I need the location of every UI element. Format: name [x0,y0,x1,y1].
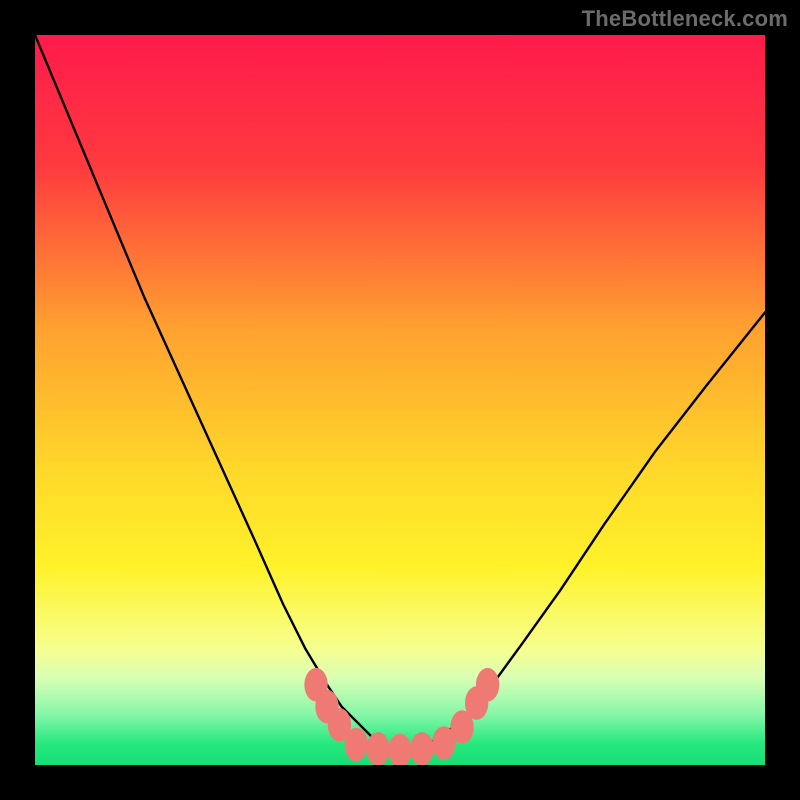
plot-area [35,35,765,765]
watermark-text: TheBottleneck.com [582,6,788,32]
gradient-background [35,35,765,765]
data-point [476,668,499,702]
data-point [366,732,389,765]
chart-svg [35,35,765,765]
chart-frame: TheBottleneck.com [0,0,800,800]
data-point [345,728,368,762]
data-point [410,732,433,765]
